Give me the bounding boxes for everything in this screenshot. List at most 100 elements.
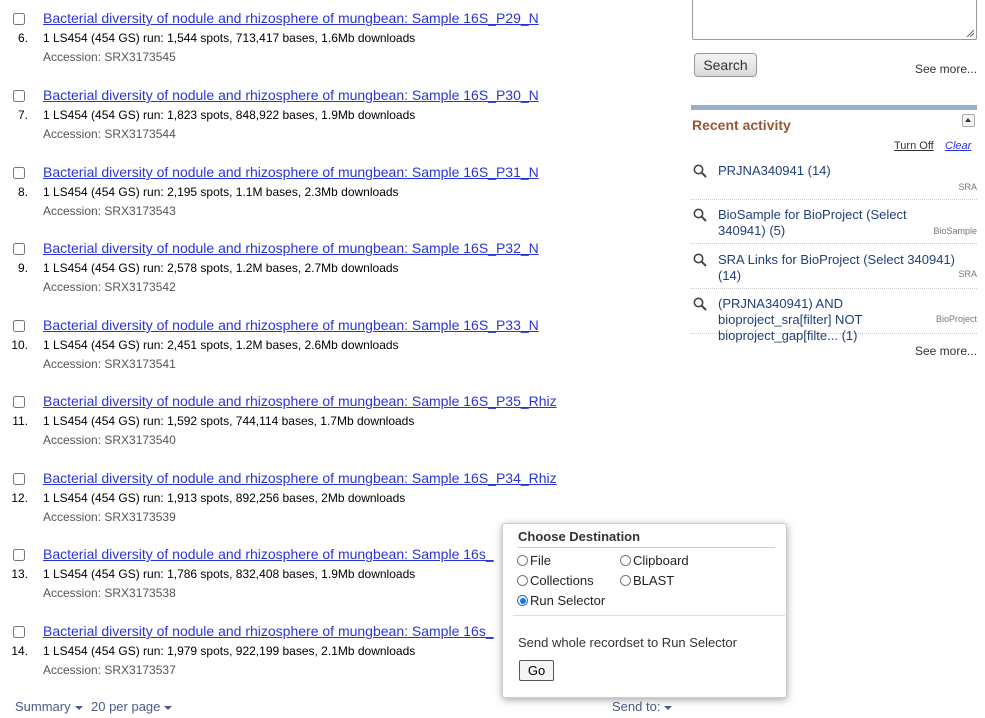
result-description: 1 LS454 (454 GS) run: 2,578 spots, 1.2M …: [43, 261, 399, 275]
result-number: 8.: [17, 185, 28, 199]
result-checkbox[interactable]: [13, 243, 25, 255]
result-number: 13.: [11, 567, 28, 581]
recent-activity-db: BioSample: [933, 226, 977, 236]
summary-format-label: Summary: [15, 699, 71, 714]
recent-activity-db: SRA: [958, 269, 977, 279]
per-page-dropdown[interactable]: 20 per page: [91, 699, 173, 714]
result-checkbox[interactable]: [13, 90, 25, 102]
result-number: 10.: [11, 338, 28, 352]
search-icon: [693, 297, 707, 311]
result-title-link[interactable]: Bacterial diversity of nodule and rhizos…: [43, 87, 539, 103]
clear-link[interactable]: Clear: [945, 140, 971, 152]
resize-handle-icon[interactable]: [966, 29, 974, 37]
result-description: 1 LS454 (454 GS) run: 1,786 spots, 832,4…: [43, 567, 416, 581]
go-button[interactable]: Go: [519, 660, 554, 681]
popup-separator: [513, 615, 785, 616]
radio-button-selected[interactable]: [517, 595, 528, 606]
result-title-link[interactable]: Bacterial diversity of nodule and rhizos…: [43, 470, 557, 486]
recent-activity-item[interactable]: (PRJNA340941) AND bioproject_sra[filter]…: [691, 296, 977, 343]
chevron-down-icon: [664, 705, 673, 710]
result-checkbox[interactable]: [13, 549, 25, 561]
result-description: 1 LS454 (454 GS) run: 1,544 spots, 713,4…: [43, 31, 416, 45]
results-bottom-bar: Summary 20 per page Send to:: [0, 697, 985, 718]
result-item: 10. Bacterial diversity of nodule and rh…: [0, 316, 680, 392]
result-number: 14.: [11, 644, 28, 658]
option-label: Collections: [530, 573, 594, 588]
result-accession: Accession: SRX3173540: [43, 433, 176, 447]
recent-activity-item[interactable]: PRJNA340941 (14) SRA: [691, 163, 977, 200]
result-description: 1 LS454 (454 GS) run: 2,195 spots, 1.1M …: [43, 185, 399, 199]
collapse-toggle-icon[interactable]: [962, 114, 975, 127]
result-checkbox[interactable]: [13, 626, 25, 638]
result-accession: Accession: SRX3173543: [43, 204, 176, 218]
option-label: Run Selector: [530, 593, 606, 608]
result-title-link[interactable]: Bacterial diversity of nodule and rhizos…: [43, 10, 539, 26]
result-accession: Accession: SRX3173545: [43, 50, 176, 64]
option-label: BLAST: [633, 573, 675, 588]
result-description: 1 LS454 (454 GS) run: 1,979 spots, 922,1…: [43, 644, 416, 658]
popup-title: Choose Destination: [518, 529, 641, 544]
result-accession: Accession: SRX3173544: [43, 127, 176, 141]
result-title-link[interactable]: Bacterial diversity of nodule and rhizos…: [43, 623, 494, 639]
turn-off-link[interactable]: Turn Off: [894, 140, 934, 152]
search-details-textarea[interactable]: [692, 0, 977, 40]
chevron-down-icon: [164, 705, 173, 710]
recent-activity-link[interactable]: (PRJNA340941) AND bioproject_sra[filter]…: [718, 296, 933, 344]
destination-option-clipboard[interactable]: Clipboard: [620, 553, 689, 568]
result-accession: Accession: SRX3173539: [43, 510, 176, 524]
result-title-link[interactable]: Bacterial diversity of nodule and rhizos…: [43, 240, 539, 256]
summary-format-dropdown[interactable]: Summary: [15, 699, 83, 714]
result-number: 11.: [12, 414, 28, 428]
result-item: 11. Bacterial diversity of nodule and rh…: [0, 392, 680, 468]
send-to-label: Send to:: [612, 699, 661, 714]
recent-activity-link[interactable]: PRJNA340941 (14): [718, 163, 956, 179]
radio-button[interactable]: [517, 575, 528, 586]
result-accession: Accession: SRX3173542: [43, 280, 176, 294]
popup-description: Send whole recordset to Run Selector: [518, 635, 737, 650]
result-title-link[interactable]: Bacterial diversity of nodule and rhizos…: [43, 317, 539, 333]
result-item: 7. Bacterial diversity of nodule and rhi…: [0, 86, 680, 162]
result-accession: Accession: SRX3173541: [43, 357, 176, 371]
recent-activity-link[interactable]: SRA Links for BioProject (Select 340941)…: [718, 252, 956, 284]
result-checkbox[interactable]: [13, 320, 25, 332]
popup-divider: [518, 547, 775, 548]
result-checkbox[interactable]: [13, 167, 25, 179]
destination-option-collections[interactable]: Collections: [517, 573, 594, 588]
result-checkbox[interactable]: [13, 13, 25, 25]
radio-button[interactable]: [620, 575, 631, 586]
result-accession: Accession: SRX3173538: [43, 586, 176, 600]
option-label: Clipboard: [633, 553, 689, 568]
send-to-dropdown[interactable]: Send to:: [612, 699, 673, 714]
destination-option-file[interactable]: File: [517, 553, 551, 568]
result-number: 12.: [11, 491, 28, 505]
recent-activity-title: Recent activity: [692, 117, 791, 133]
search-button[interactable]: Search: [694, 53, 757, 77]
result-accession: Accession: SRX3173537: [43, 663, 176, 677]
recent-activity-item[interactable]: BioSample for BioProject (Select 340941)…: [691, 207, 977, 244]
result-checkbox[interactable]: [13, 396, 25, 408]
result-item: 6. Bacterial diversity of nodule and rhi…: [0, 9, 680, 85]
radio-button[interactable]: [517, 555, 528, 566]
destination-option-blast[interactable]: BLAST: [620, 573, 674, 588]
see-more-link[interactable]: See more...: [915, 62, 977, 76]
per-page-label: 20 per page: [91, 699, 161, 714]
result-description: 1 LS454 (454 GS) run: 2,451 spots, 1.2M …: [43, 338, 399, 352]
see-more-link[interactable]: See more...: [915, 344, 977, 358]
result-title-link[interactable]: Bacterial diversity of nodule and rhizos…: [43, 393, 557, 409]
result-title-link[interactable]: Bacterial diversity of nodule and rhizos…: [43, 546, 494, 562]
recent-activity-link[interactable]: BioSample for BioProject (Select 340941)…: [718, 207, 956, 239]
result-item: 8. Bacterial diversity of nodule and rhi…: [0, 163, 680, 239]
search-icon: [693, 164, 707, 178]
search-icon: [693, 253, 707, 267]
result-checkbox[interactable]: [13, 473, 25, 485]
recent-activity-db: SRA: [958, 182, 977, 192]
result-description: 1 LS454 (454 GS) run: 1,913 spots, 892,2…: [43, 491, 406, 505]
chevron-down-icon: [74, 705, 83, 710]
destination-option-run-selector[interactable]: Run Selector: [517, 593, 605, 608]
radio-button[interactable]: [620, 555, 631, 566]
result-title-link[interactable]: Bacterial diversity of nodule and rhizos…: [43, 164, 539, 180]
recent-activity-item[interactable]: SRA Links for BioProject (Select 340941)…: [691, 252, 977, 289]
recent-activity-db: BioProject: [935, 314, 977, 324]
search-icon: [693, 208, 707, 222]
recent-activity-divider: [691, 105, 977, 110]
